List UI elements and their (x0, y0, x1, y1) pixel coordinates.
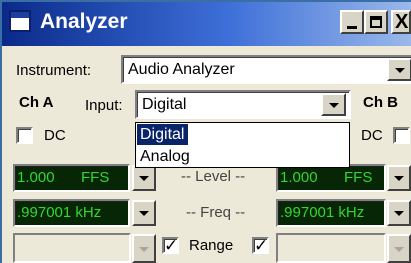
ch-a-dc-label: DC (44, 127, 66, 144)
chevron-down-icon (139, 246, 149, 252)
ch-a-level-unit: FFS (81, 169, 110, 186)
input-select[interactable]: Digital (135, 90, 351, 119)
ch-b-label: Ch B (363, 94, 398, 111)
ch-a-level-dropdown-button[interactable] (132, 165, 156, 191)
chevron-down-icon (394, 211, 404, 216)
chevron-down-icon (394, 67, 405, 73)
ch-a-dc-checkbox[interactable] (16, 127, 33, 144)
ch-a-range-checkbox[interactable]: ✓ (162, 236, 179, 255)
input-label: Input: (85, 97, 123, 114)
freq-label: -- Freq -- (186, 204, 246, 221)
input-dropdown-button[interactable] (321, 93, 346, 116)
checkmark-icon: ✓ (164, 236, 179, 255)
ch-b-level-value: 1.000 (280, 169, 318, 186)
minimize-icon (347, 26, 357, 29)
level-label: -- Level -- (181, 168, 246, 185)
ch-b-level-readout[interactable]: 1.000 FFS (276, 164, 386, 192)
instrument-dropdown-button[interactable] (387, 58, 411, 81)
ch-b-level-unit: FFS (344, 169, 373, 186)
ch-b-range-field[interactable] (276, 233, 386, 263)
ch-b-freq-value: .997001 kHz (280, 204, 365, 221)
ch-b-range-checkbox[interactable]: ✓ (252, 236, 269, 255)
ch-a-level-readout[interactable]: 1.000 FFS (13, 164, 130, 192)
chevron-down-icon (139, 211, 149, 216)
chevron-down-icon (328, 102, 339, 108)
instrument-select[interactable]: Audio Analyzer (121, 55, 411, 84)
ch-a-range-field[interactable] (13, 233, 131, 263)
ch-a-level-value: 1.000 (17, 169, 55, 186)
ch-b-dc-label: DC (361, 127, 383, 144)
maximize-icon (370, 16, 382, 28)
instrument-select-value: Audio Analyzer (128, 61, 235, 78)
close-icon: X (395, 11, 409, 33)
minimize-button[interactable] (340, 10, 364, 34)
ch-b-dc-checkbox[interactable] (393, 127, 410, 144)
input-option-digital[interactable]: Digital (137, 124, 188, 145)
ch-b-range-dropdown-button[interactable] (387, 234, 411, 263)
ch-a-freq-value: .997001 kHz (17, 204, 102, 221)
ch-a-label: Ch A (19, 94, 54, 111)
ch-a-freq-dropdown-button[interactable] (132, 200, 156, 226)
range-label: Range (189, 237, 234, 254)
checkmark-icon: ✓ (254, 236, 269, 255)
ch-b-freq-readout[interactable]: .997001 kHz (276, 199, 386, 227)
input-option-analog[interactable]: Analog (137, 146, 190, 167)
instrument-label: Instrument: (16, 62, 92, 79)
input-select-value: Digital (142, 96, 187, 113)
maximize-button[interactable] (364, 10, 388, 34)
chevron-down-icon (394, 176, 404, 181)
chevron-down-icon (394, 246, 404, 252)
window-icon (9, 10, 31, 32)
window-title: Analyzer (40, 10, 128, 33)
input-dropdown-list: Digital Analog (135, 122, 350, 168)
ch-a-range-dropdown-button[interactable] (132, 234, 156, 263)
close-button[interactable]: X (391, 10, 411, 34)
chevron-down-icon (139, 176, 149, 181)
ch-b-freq-dropdown-button[interactable] (387, 200, 411, 226)
ch-a-freq-readout[interactable]: .997001 kHz (13, 199, 130, 227)
ch-b-level-dropdown-button[interactable] (387, 165, 411, 191)
